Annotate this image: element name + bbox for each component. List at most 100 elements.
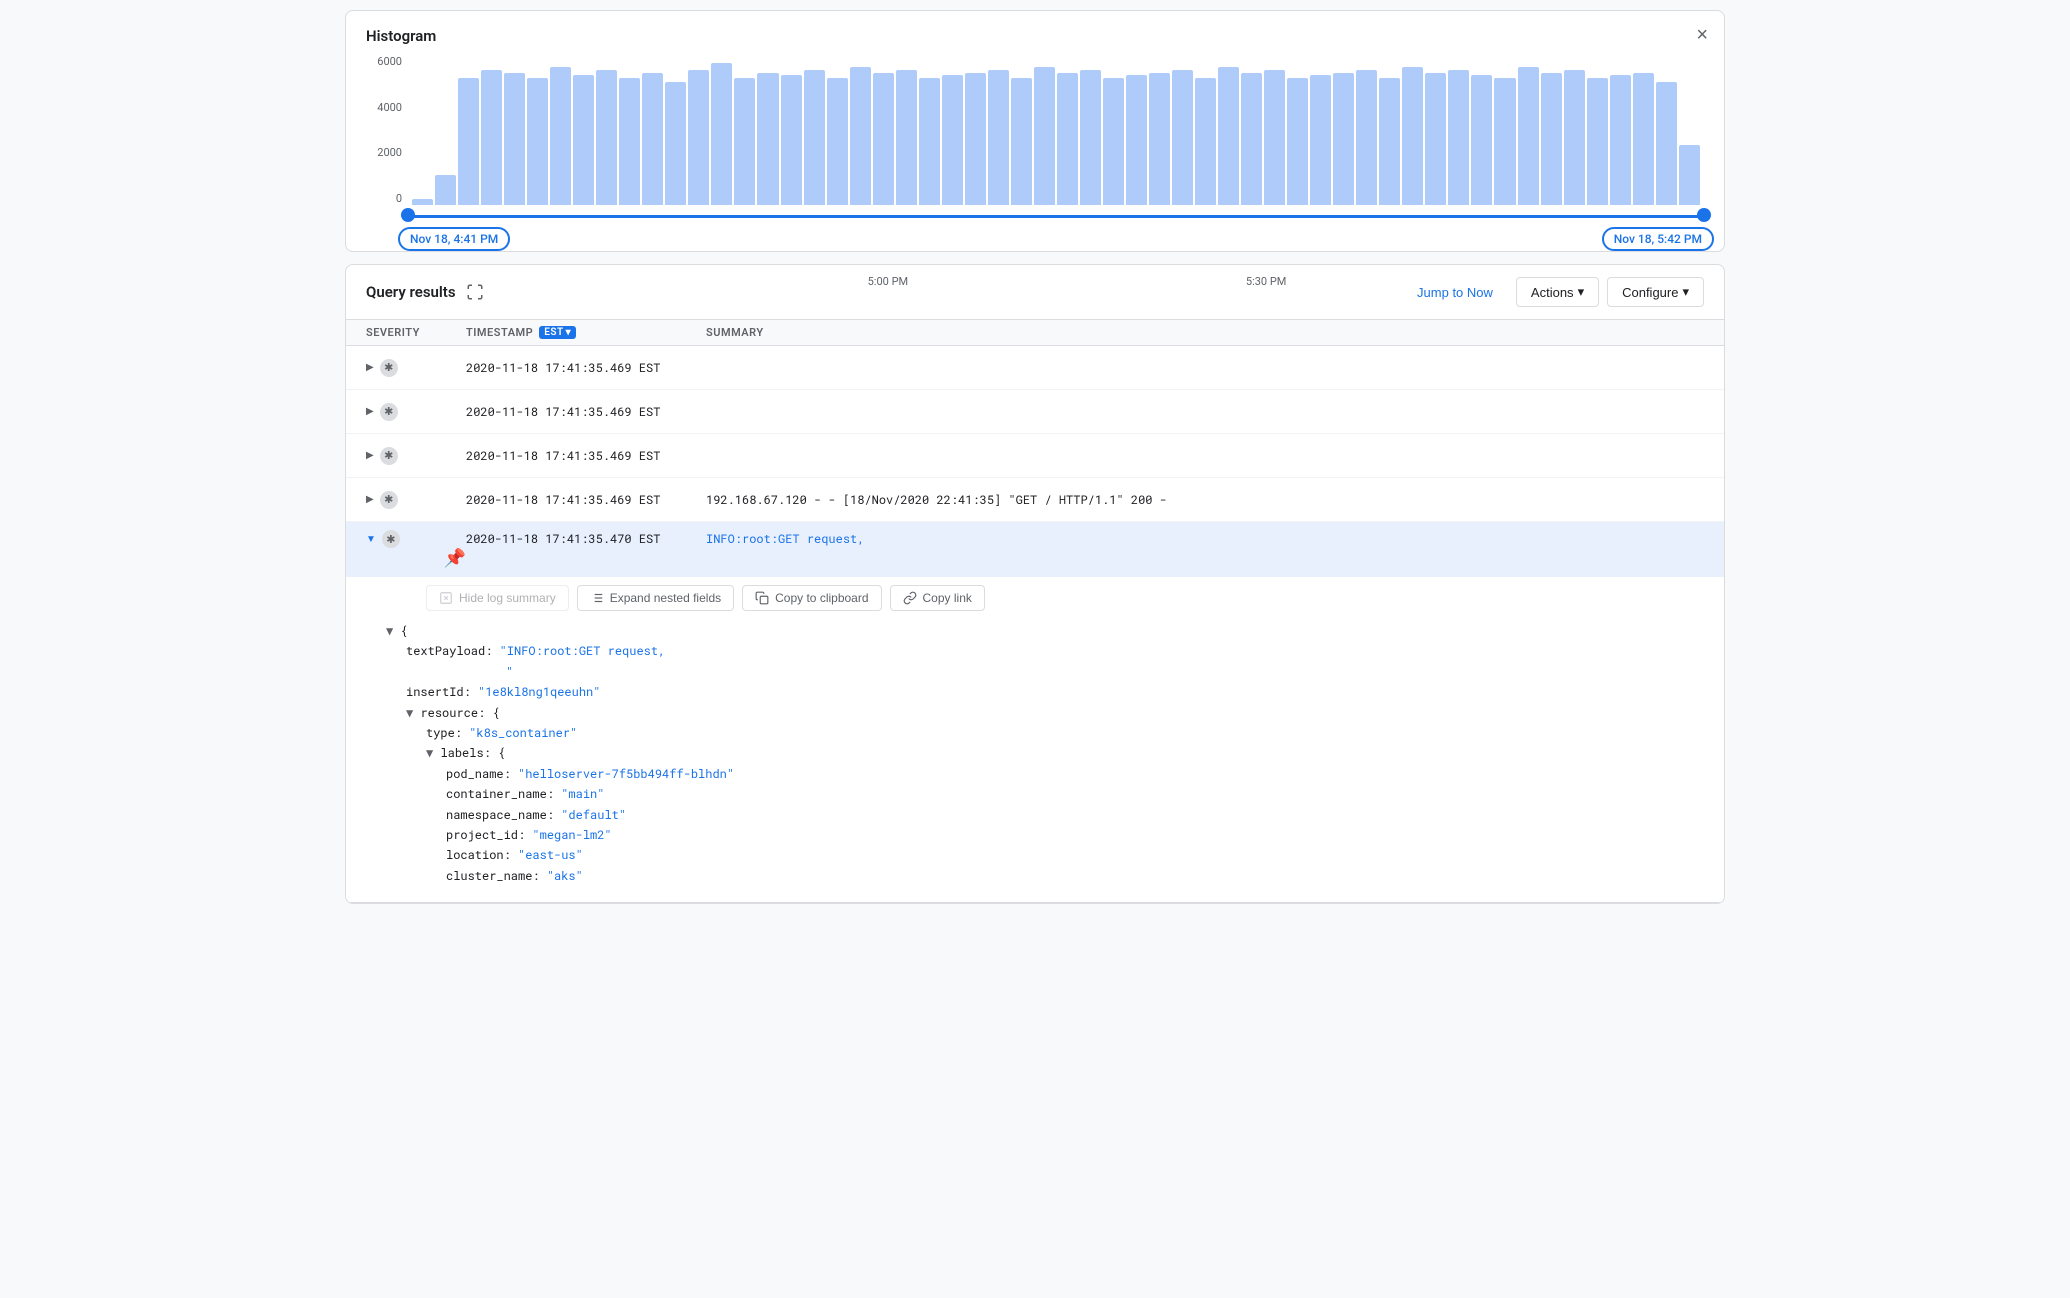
bar	[827, 78, 848, 206]
results-panel: Query results Jump to Now Actions ▾ Conf…	[345, 264, 1725, 904]
log-labels-line: ▼ labels: {	[386, 743, 1704, 763]
bar	[734, 78, 755, 206]
table-row[interactable]: ▶ ✱ 2020-11-18 17:41:35.469 EST	[346, 434, 1724, 478]
row-expand-col: ▶ ✱	[366, 491, 466, 509]
histogram-chart: 6000 4000 2000 0	[366, 55, 1704, 235]
bar	[1379, 78, 1400, 206]
bar	[1425, 73, 1446, 205]
link-icon	[903, 591, 917, 605]
log-container-name-line: container_name: "main"	[386, 784, 1704, 804]
bar	[1448, 70, 1469, 205]
bar	[1310, 75, 1331, 206]
bar	[1264, 70, 1285, 205]
bar	[1564, 70, 1585, 205]
log-text-payload-line2: "	[386, 662, 1704, 682]
time-axis: Nov 18, 4:41 PM 5:00 PM 5:30 PM Nov 18, …	[450, 275, 1704, 288]
pin-icon[interactable]: 📌	[444, 548, 466, 569]
collapse-resource-icon[interactable]: ▼	[406, 705, 413, 721]
bar	[504, 73, 525, 205]
copy-to-clipboard-button[interactable]: Copy to clipboard	[742, 585, 881, 611]
timezone-badge[interactable]: EST ▾	[539, 326, 576, 339]
bar	[1679, 145, 1700, 205]
bar	[942, 75, 963, 206]
hide-log-summary-button[interactable]: Hide log summary	[426, 585, 569, 611]
bar	[1218, 67, 1239, 205]
histogram-close-button[interactable]: ×	[1696, 25, 1708, 45]
row-expand-col: ▶ ✱	[366, 403, 466, 421]
summary-cell: INFO:root:GET request,	[706, 531, 1704, 547]
bar	[873, 73, 894, 205]
collapse-labels-icon[interactable]: ▼	[426, 745, 433, 761]
row-collapse-chevron[interactable]: ▼	[366, 534, 376, 545]
bar	[527, 78, 548, 206]
table-row-expanded[interactable]: ▼ ✱ 2020-11-18 17:41:35.470 EST INFO:roo…	[346, 522, 1724, 577]
bar	[1103, 78, 1124, 206]
range-fill	[408, 215, 1704, 218]
row-expand-chevron[interactable]: ▶	[366, 494, 374, 505]
bar	[573, 75, 594, 206]
log-location-line: location: "east-us"	[386, 845, 1704, 865]
log-project-id-line: project_id: "megan-lm2"	[386, 825, 1704, 845]
bar	[435, 175, 456, 205]
bar	[1610, 75, 1631, 206]
table-row[interactable]: ▶ ✱ 2020-11-18 17:41:35.469 EST	[346, 390, 1724, 434]
range-slider[interactable]: Nov 18, 4:41 PM Nov 18, 5:42 PM	[408, 207, 1704, 239]
range-label-start[interactable]: Nov 18, 4:41 PM	[398, 227, 510, 251]
y-axis-labels: 6000 4000 2000 0	[366, 55, 408, 205]
bar	[850, 67, 871, 205]
bar	[1402, 67, 1423, 205]
row-expand-col: ▼ ✱	[366, 530, 466, 548]
log-toolbar: Hide log summary Expand nested fields Co…	[366, 585, 1704, 611]
range-thumb-right[interactable]	[1697, 208, 1711, 222]
bar	[1518, 67, 1539, 205]
bar	[1057, 73, 1078, 205]
bar	[1195, 78, 1216, 206]
log-insert-id-line: insertId: "1e8kl8ng1qeeuhn"	[386, 682, 1704, 702]
histogram-title: Histogram	[366, 27, 1704, 45]
severity-icon: ✱	[382, 530, 400, 548]
bar	[711, 63, 732, 206]
summary-cell: 192.168.67.120 - - [18/Nov/2020 22:41:35…	[706, 492, 1704, 508]
bar	[1541, 73, 1562, 205]
bar	[550, 67, 571, 205]
histogram-panel: Histogram × 6000 4000 2000 0	[345, 10, 1725, 252]
row-expand-chevron[interactable]: ▶	[366, 406, 374, 417]
bar	[1172, 70, 1193, 205]
bar	[1471, 75, 1492, 206]
bar	[988, 70, 1009, 205]
bar	[596, 70, 617, 205]
table-row[interactable]: ▶ ✱ 2020-11-18 17:41:35.469 EST	[346, 346, 1724, 390]
bar	[1034, 67, 1055, 205]
table-row[interactable]: ▶ ✱ 2020-11-18 17:41:35.469 EST 192.168.…	[346, 478, 1724, 522]
bar	[781, 75, 802, 206]
bar	[1011, 78, 1032, 206]
tz-chevron-icon: ▾	[566, 327, 572, 338]
log-text-payload-line: textPayload: "INFO:root:GET request,	[386, 641, 1704, 661]
timestamp-cell: 2020-11-18 17:41:35.469 EST	[466, 492, 706, 508]
time-label-530pm: 5:30 PM	[1246, 275, 1286, 288]
log-json-open: ▼ {	[386, 621, 1704, 641]
row-expand-chevron[interactable]: ▶	[366, 450, 374, 461]
log-namespace-line: namespace_name: "default"	[386, 805, 1704, 825]
range-label-end[interactable]: Nov 18, 5:42 PM	[1602, 227, 1714, 251]
copy-link-button[interactable]: Copy link	[890, 585, 985, 611]
results-title: Query results	[366, 283, 456, 301]
bar	[619, 78, 640, 206]
range-thumb-left[interactable]	[401, 208, 415, 222]
bar	[1126, 75, 1147, 206]
expand-nested-fields-button[interactable]: Expand nested fields	[577, 585, 734, 611]
row-expand-col: ▶ ✱	[366, 359, 466, 377]
bars-area: Nov 18, 4:41 PM Nov 18, 5:42 PM Nov 18, …	[408, 55, 1704, 235]
bar	[1080, 70, 1101, 205]
timestamp-cell: 2020-11-18 17:41:35.470 EST	[466, 531, 706, 547]
bar	[1356, 70, 1377, 205]
bar	[1241, 73, 1262, 205]
row-expand-chevron[interactable]: ▶	[366, 362, 374, 373]
collapse-arrow-icon[interactable]: ▼	[386, 623, 393, 639]
results-header: Query results Jump to Now Actions ▾ Conf…	[346, 265, 1724, 320]
col-header-severity: SEVERITY	[366, 326, 466, 339]
bars-container	[408, 55, 1704, 205]
bar	[1149, 73, 1170, 205]
log-json-content: ▼ { textPayload: "INFO:root:GET request,…	[366, 621, 1704, 886]
log-resource-line: ▼ resource: {	[386, 703, 1704, 723]
